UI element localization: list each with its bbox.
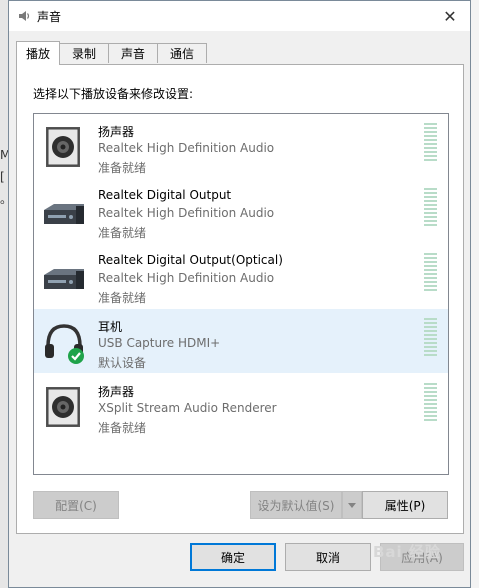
device-description: USB Capture HDMI+ xyxy=(98,336,221,350)
device-name: Realtek Digital Output xyxy=(98,188,232,202)
cancel-button[interactable]: 取消 xyxy=(285,543,371,571)
device-description: Realtek High Definition Audio xyxy=(98,271,275,285)
volume-meter xyxy=(424,318,437,358)
device-name: Realtek Digital Output(Optical) xyxy=(98,253,283,267)
device-name: 扬声器 xyxy=(98,385,135,399)
device-name: 扬声器 xyxy=(98,125,135,139)
close-icon: ✕ xyxy=(443,6,457,26)
playback-panel: 选择以下播放设备来修改设置: 扬声器 Realtek High Definiti… xyxy=(16,64,464,534)
speaker-icon xyxy=(19,11,30,21)
set-default-button[interactable]: 设为默认值(S) xyxy=(250,491,342,519)
device-status: 准备就绪 xyxy=(98,226,147,240)
device-item[interactable]: Realtek Digital Output Realtek High Defi… xyxy=(34,179,448,243)
instruction-text: 选择以下播放设备来修改设置: xyxy=(33,87,194,101)
device-description: Realtek High Definition Audio xyxy=(98,141,275,155)
volume-meter xyxy=(424,253,437,293)
close-button[interactable]: ✕ xyxy=(430,1,470,31)
set-default-dropdown[interactable] xyxy=(342,491,362,519)
device-list[interactable]: 扬声器 Realtek High Definition Audio 准备就绪 R… xyxy=(33,113,449,475)
chevron-down-icon xyxy=(348,502,356,508)
device-name: 耳机 xyxy=(98,320,123,334)
watermark: Bai 经验 xyxy=(373,543,441,561)
background-text: [ xyxy=(0,170,5,184)
volume-meter xyxy=(424,188,437,228)
device-status: 默认设备 xyxy=(98,356,147,370)
tab-playback[interactable]: 播放 xyxy=(16,41,60,65)
receiver-icon xyxy=(44,204,84,224)
device-item[interactable]: 扬声器 Realtek High Definition Audio 准备就绪 xyxy=(34,114,448,178)
default-check-icon xyxy=(68,348,84,364)
speaker-box-icon xyxy=(46,387,80,427)
tab-recording[interactable]: 录制 xyxy=(59,43,109,63)
ok-button[interactable]: 确定 xyxy=(190,543,276,571)
device-status: 准备就绪 xyxy=(98,421,147,435)
receiver-icon xyxy=(44,269,84,289)
tab-communications[interactable]: 通信 xyxy=(157,43,207,63)
volume-meter xyxy=(424,123,437,163)
device-item[interactable]: Realtek Digital Output(Optical) Realtek … xyxy=(34,244,448,308)
headphones-icon xyxy=(45,324,84,364)
device-item[interactable]: 扬声器 XSplit Stream Audio Renderer 准备就绪 xyxy=(34,374,448,438)
device-item-selected[interactable]: 耳机 USB Capture HDMI+ 默认设备 xyxy=(34,309,448,373)
device-description: XSplit Stream Audio Renderer xyxy=(98,401,277,415)
device-description: Realtek High Definition Audio xyxy=(98,206,275,220)
sound-dialog: 声音 ✕ 播放 录制 声音 通信 选择以下播放设备来修改设置: 扬声器 Real xyxy=(8,0,471,588)
properties-button[interactable]: 属性(P) xyxy=(362,491,448,519)
dialog-title: 声音 xyxy=(37,10,62,24)
configure-button[interactable]: 配置(C) xyxy=(33,491,119,519)
device-status: 准备就绪 xyxy=(98,161,147,175)
tab-sounds[interactable]: 声音 xyxy=(108,43,158,63)
volume-meter xyxy=(424,383,437,423)
device-status: 准备就绪 xyxy=(98,291,147,305)
speaker-box-icon xyxy=(46,127,80,167)
title-bar[interactable]: 声音 ✕ xyxy=(9,1,470,31)
